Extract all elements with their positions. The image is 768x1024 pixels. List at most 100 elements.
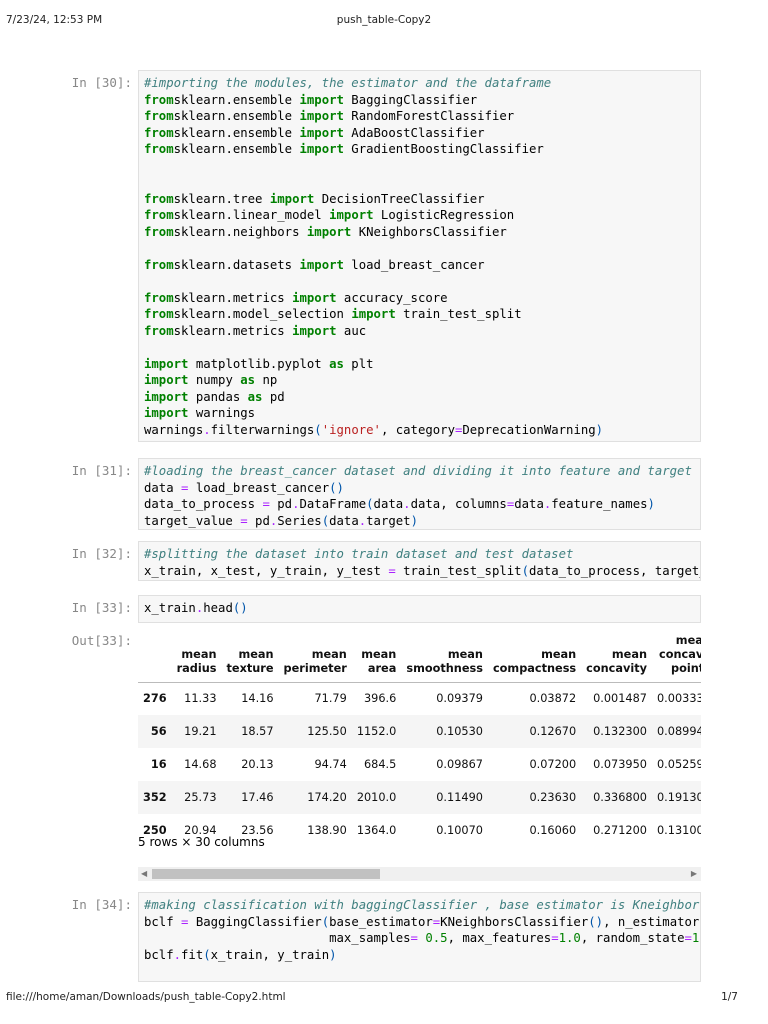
code-token: data — [144, 480, 182, 495]
column-header-word: area — [367, 661, 397, 675]
code-line: fromsklearn.neighbors import KNeighborsC… — [144, 224, 695, 241]
scrollbar-thumb[interactable] — [152, 869, 380, 879]
code-line: fromsklearn.datasets import load_breast_… — [144, 257, 695, 274]
scroll-left-icon[interactable]: ◀ — [141, 867, 147, 881]
code-line: fromsklearn.metrics import auc — [144, 323, 695, 340]
code-cell[interactable]: #loading the breast_cancer dataset and d… — [138, 458, 701, 530]
code-token: as — [240, 373, 256, 387]
column-header-word: mean — [675, 633, 701, 647]
table-row: 276 11.33 14.16 71.79 396.6 0.09379 0.03872 0.0… — [138, 682, 701, 715]
code-line: fromsklearn.ensemble import AdaBoostClas… — [144, 125, 695, 142]
code-token: from — [144, 257, 174, 272]
table-cell: 0.12670 — [487, 715, 582, 748]
input-prompt: In [30]: — [71, 75, 132, 90]
code-token: sklearn.ensemble — [173, 125, 300, 140]
table-cell: 125.50 — [278, 715, 352, 748]
table-cell: 0.001487 — [593, 692, 647, 706]
code-token: sklearn.tree — [173, 191, 270, 206]
column-header: mean area — [351, 628, 402, 683]
print-title: push_table-Copy2 — [336, 14, 432, 26]
code-token: bclf — [144, 947, 174, 962]
code-token: 'ignore' — [321, 422, 381, 437]
column-header-word: smoothness — [406, 661, 483, 675]
code-token: data, columns — [410, 497, 507, 511]
code-line: fromsklearn.ensemble import BaggingClass… — [144, 92, 695, 109]
table-cell: 14.68 — [184, 758, 217, 771]
code-token: pd — [262, 389, 285, 404]
code-token: base_estimator — [329, 914, 433, 929]
code-line: fromsklearn.linear_model import Logistic… — [144, 207, 695, 224]
code-token: auc — [336, 323, 367, 338]
code-line: import warnings — [144, 405, 695, 422]
code-token: #importing the modules, the estimator an… — [144, 76, 552, 90]
code-cell[interactable]: #importing the modules, the estimator an… — [138, 70, 701, 442]
horizontal-scrollbar[interactable]: ◀ ▶ — [138, 867, 701, 881]
table-cell: 0.16060 — [529, 824, 577, 837]
code-token: = — [262, 497, 270, 511]
table-cell: 0.07200 — [529, 758, 577, 771]
table-cell: 0.03872 — [529, 692, 577, 706]
table-cell: 0.191300 — [652, 781, 701, 814]
code-token: data_to_process, target_value — [528, 563, 700, 578]
code-token: from — [144, 109, 174, 123]
code-token: from — [144, 142, 174, 156]
code-line: #loading the breast_cancer dataset and d… — [144, 463, 695, 480]
column-header-word: points — [671, 661, 701, 675]
code-token: data — [373, 497, 404, 511]
code-token: from — [144, 125, 174, 140]
table-cell: 0.10070 — [436, 824, 483, 837]
table-cell: 1152.0 — [351, 715, 402, 748]
table-cell: 20.13 — [241, 758, 274, 771]
code-token: bclf — [144, 914, 182, 929]
code-token: sklearn.metrics — [173, 323, 293, 338]
code-token: plt — [343, 356, 374, 371]
code-token: import — [144, 373, 189, 387]
code-token: filterwarnings — [210, 422, 315, 437]
code-token: matplotlib.pyplot — [188, 356, 330, 371]
input-prompt: In [31]: — [71, 463, 132, 478]
code-cell[interactable]: #splitting the dataset into train datase… — [138, 541, 701, 581]
table-cell: 174.20 — [278, 781, 352, 814]
code-token: ) — [329, 947, 337, 962]
code-token: , random_state — [580, 931, 685, 945]
rows-summary: 5 rows × 30 columns — [138, 835, 265, 849]
code-token: import — [144, 356, 189, 371]
code-token: 12 — [691, 931, 700, 945]
column-header-word: mean — [181, 647, 217, 661]
code-token: import — [299, 109, 344, 123]
code-token: () — [588, 914, 604, 929]
code-token: fit — [181, 947, 204, 962]
code-token: from — [144, 323, 174, 338]
code-token: sklearn.linear_model — [173, 208, 330, 222]
index-header — [138, 628, 172, 683]
code-token: ( — [203, 947, 211, 962]
code-token: train_test_split — [395, 307, 522, 321]
column-header: mean smoothness — [401, 628, 488, 683]
code-token: from — [144, 92, 174, 107]
code-token: GradientBoostingClassifier — [343, 142, 544, 156]
scroll-right-icon[interactable]: ▶ — [691, 867, 697, 881]
code-cell[interactable]: #making classification with baggingClass… — [138, 892, 701, 982]
table-cell: 71.79 — [314, 692, 347, 706]
code-token: DeprecationWarning — [462, 422, 596, 437]
table-cell: 18.57 — [221, 715, 279, 748]
code-token: data_to_process — [144, 497, 263, 511]
code-token: sklearn.ensemble — [173, 92, 300, 107]
code-token: warnings — [188, 406, 256, 420]
column-header-word: mean — [361, 647, 397, 661]
table-cell: 0.132300 — [581, 715, 652, 748]
table-cell: 0.23630 — [487, 781, 582, 814]
code-token: sklearn.ensemble — [173, 109, 300, 123]
row-index: 16 — [150, 758, 167, 771]
output-prompt: Out[33]: — [71, 633, 132, 648]
code-token: () — [232, 601, 248, 615]
code-token: , n_estimators — [603, 914, 701, 929]
code-line: fromsklearn.ensemble import GradientBoos… — [144, 141, 695, 158]
column-header-word: mean — [611, 647, 647, 661]
table-cell: 19.21 — [171, 715, 222, 748]
input-prompt: In [33]: — [71, 600, 132, 615]
code-token: sklearn.metrics — [173, 290, 293, 305]
code-cell[interactable]: x_train.head() — [138, 595, 701, 623]
